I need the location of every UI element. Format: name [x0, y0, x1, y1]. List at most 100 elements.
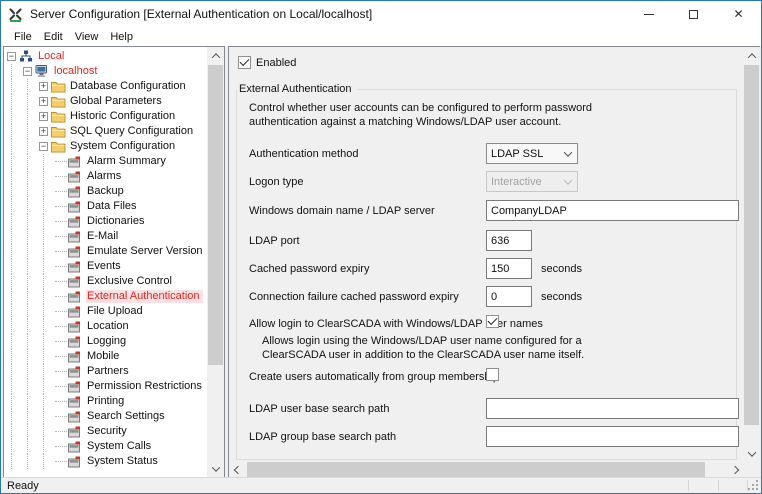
tree-item-system-configuration[interactable]: −System Configuration — [4, 139, 207, 154]
tree-item-events[interactable]: Events — [4, 259, 207, 274]
server-configuration-window: Server Configuration [External Authentic… — [0, 0, 762, 494]
menu-file[interactable]: File — [8, 29, 38, 45]
tree-connector — [55, 296, 67, 297]
scroll-up-icon[interactable] — [743, 47, 760, 64]
tree-item-data-files[interactable]: Data Files — [4, 199, 207, 214]
scroll-right-icon[interactable] — [726, 461, 743, 478]
menu-help[interactable]: Help — [104, 29, 139, 45]
tree-item-alarm-summary[interactable]: Alarm Summary — [4, 154, 207, 169]
tree-item-external-authentication[interactable]: External Authentication — [4, 289, 207, 304]
tree-item-logging[interactable]: Logging — [4, 334, 207, 349]
collapse-icon[interactable]: − — [39, 142, 48, 151]
tree-item-security[interactable]: Security — [4, 424, 207, 439]
tree-item-database-configuration[interactable]: +Database Configuration — [4, 79, 207, 94]
expand-icon[interactable]: + — [39, 127, 48, 136]
tree-item-label: Security — [86, 425, 130, 438]
expand-icon[interactable]: + — [39, 112, 48, 121]
cached-expiry-input[interactable] — [486, 258, 532, 279]
tree-indent-guide — [27, 319, 43, 334]
minimize-icon[interactable] — [626, 1, 671, 27]
ldap-port-input[interactable] — [486, 230, 532, 251]
collapse-icon[interactable]: − — [23, 67, 32, 76]
logon-type-label: Logon type — [249, 176, 303, 188]
tree-item-file-upload[interactable]: File Upload — [4, 304, 207, 319]
config-icon — [68, 410, 83, 423]
tree-item-label: Mobile — [86, 350, 122, 363]
domain-input[interactable] — [486, 200, 739, 221]
tree-connector — [55, 341, 67, 342]
user-base-input[interactable] — [486, 398, 739, 419]
tree-view: −Local−localhost+Database Configuration+… — [4, 48, 207, 477]
conn-failure-expiry-input[interactable] — [486, 286, 532, 307]
config-icon — [68, 185, 83, 198]
resize-grip-icon[interactable] — [748, 480, 758, 490]
tree-item-mobile[interactable]: Mobile — [4, 349, 207, 364]
collapse-icon[interactable]: − — [7, 52, 16, 61]
group-base-input[interactable] — [486, 426, 739, 447]
tree-indent-guide — [11, 349, 27, 364]
tree-item-exclusive-control[interactable]: Exclusive Control — [4, 274, 207, 289]
config-icon — [68, 215, 83, 228]
tree-item-system-status[interactable]: System Status — [4, 454, 207, 469]
tree-item-dictionaries[interactable]: Dictionaries — [4, 214, 207, 229]
menu-edit[interactable]: Edit — [38, 29, 69, 45]
tree-connector — [55, 311, 67, 312]
tree-indent-guide — [27, 154, 43, 169]
tree-item-partners[interactable]: Partners — [4, 364, 207, 379]
settings-hscroll-thumb[interactable] — [247, 462, 705, 477]
tree-item-label: System Status — [86, 455, 161, 468]
main-area: −Local−localhost+Database Configuration+… — [1, 46, 761, 477]
tree-indent-guide — [11, 439, 27, 454]
settings-vscroll-thumb[interactable] — [744, 65, 759, 425]
expand-icon[interactable]: + — [39, 82, 48, 91]
tree-item-localhost[interactable]: −localhost — [4, 64, 207, 79]
tree-item-global-parameters[interactable]: +Global Parameters — [4, 94, 207, 109]
enabled-checkbox[interactable] — [238, 56, 251, 69]
tree-item-system-calls[interactable]: System Calls — [4, 439, 207, 454]
status-separator — [688, 480, 689, 491]
tree-item-label: Dictionaries — [86, 215, 147, 228]
scroll-left-icon[interactable] — [229, 461, 246, 478]
allow-login-checkbox[interactable] — [486, 315, 499, 328]
tree-connector — [55, 401, 67, 402]
close-icon[interactable]: ✕ — [716, 1, 761, 27]
tree-indent-guide — [27, 379, 43, 394]
settings-horizontal-scrollbar[interactable] — [229, 461, 743, 478]
tree-item-sql-query-configuration[interactable]: +SQL Query Configuration — [4, 124, 207, 139]
tree-item-e-mail[interactable]: E-Mail — [4, 229, 207, 244]
tree-item-alarms[interactable]: Alarms — [4, 169, 207, 184]
tree-item-location[interactable]: Location — [4, 319, 207, 334]
tree-indent-guide — [11, 319, 27, 334]
maximize-icon[interactable] — [671, 1, 716, 27]
tree-indent-guide — [27, 424, 43, 439]
config-icon — [68, 155, 83, 168]
tree-connector — [55, 176, 67, 177]
auth-method-select[interactable]: LDAP SSL — [486, 143, 578, 164]
tree-indent-guide — [27, 289, 43, 304]
enabled-row[interactable]: Enabled — [238, 56, 296, 69]
expand-icon[interactable]: + — [39, 97, 48, 106]
scroll-up-icon[interactable] — [207, 47, 224, 64]
tree-item-printing[interactable]: Printing — [4, 394, 207, 409]
settings-vertical-scrollbar[interactable] — [743, 47, 760, 462]
tree-item-backup[interactable]: Backup — [4, 184, 207, 199]
tree-item-local[interactable]: −Local — [4, 49, 207, 64]
tree-item-label: Permission Restrictions — [86, 380, 205, 393]
tree-item-label: Printing — [86, 395, 127, 408]
menu-view[interactable]: View — [69, 29, 105, 45]
scroll-down-icon[interactable] — [743, 445, 760, 462]
tree-item-historic-configuration[interactable]: +Historic Configuration — [4, 109, 207, 124]
tree-item-permission-restrictions[interactable]: Permission Restrictions — [4, 379, 207, 394]
status-bar: Ready — [1, 477, 761, 493]
config-icon — [68, 245, 83, 258]
tree-indent-guide — [27, 244, 43, 259]
tree-scroll-thumb[interactable] — [208, 65, 223, 365]
tree-item-search-settings[interactable]: Search Settings — [4, 409, 207, 424]
create-users-checkbox[interactable] — [486, 368, 499, 381]
tree-indent-guide — [11, 154, 27, 169]
tree-vertical-scrollbar[interactable] — [207, 47, 224, 477]
scroll-down-icon[interactable] — [207, 460, 224, 477]
tree-item-emulate-server-version[interactable]: Emulate Server Version — [4, 244, 207, 259]
tree-connector — [55, 446, 67, 447]
tree-item-label: Partners — [86, 365, 132, 378]
